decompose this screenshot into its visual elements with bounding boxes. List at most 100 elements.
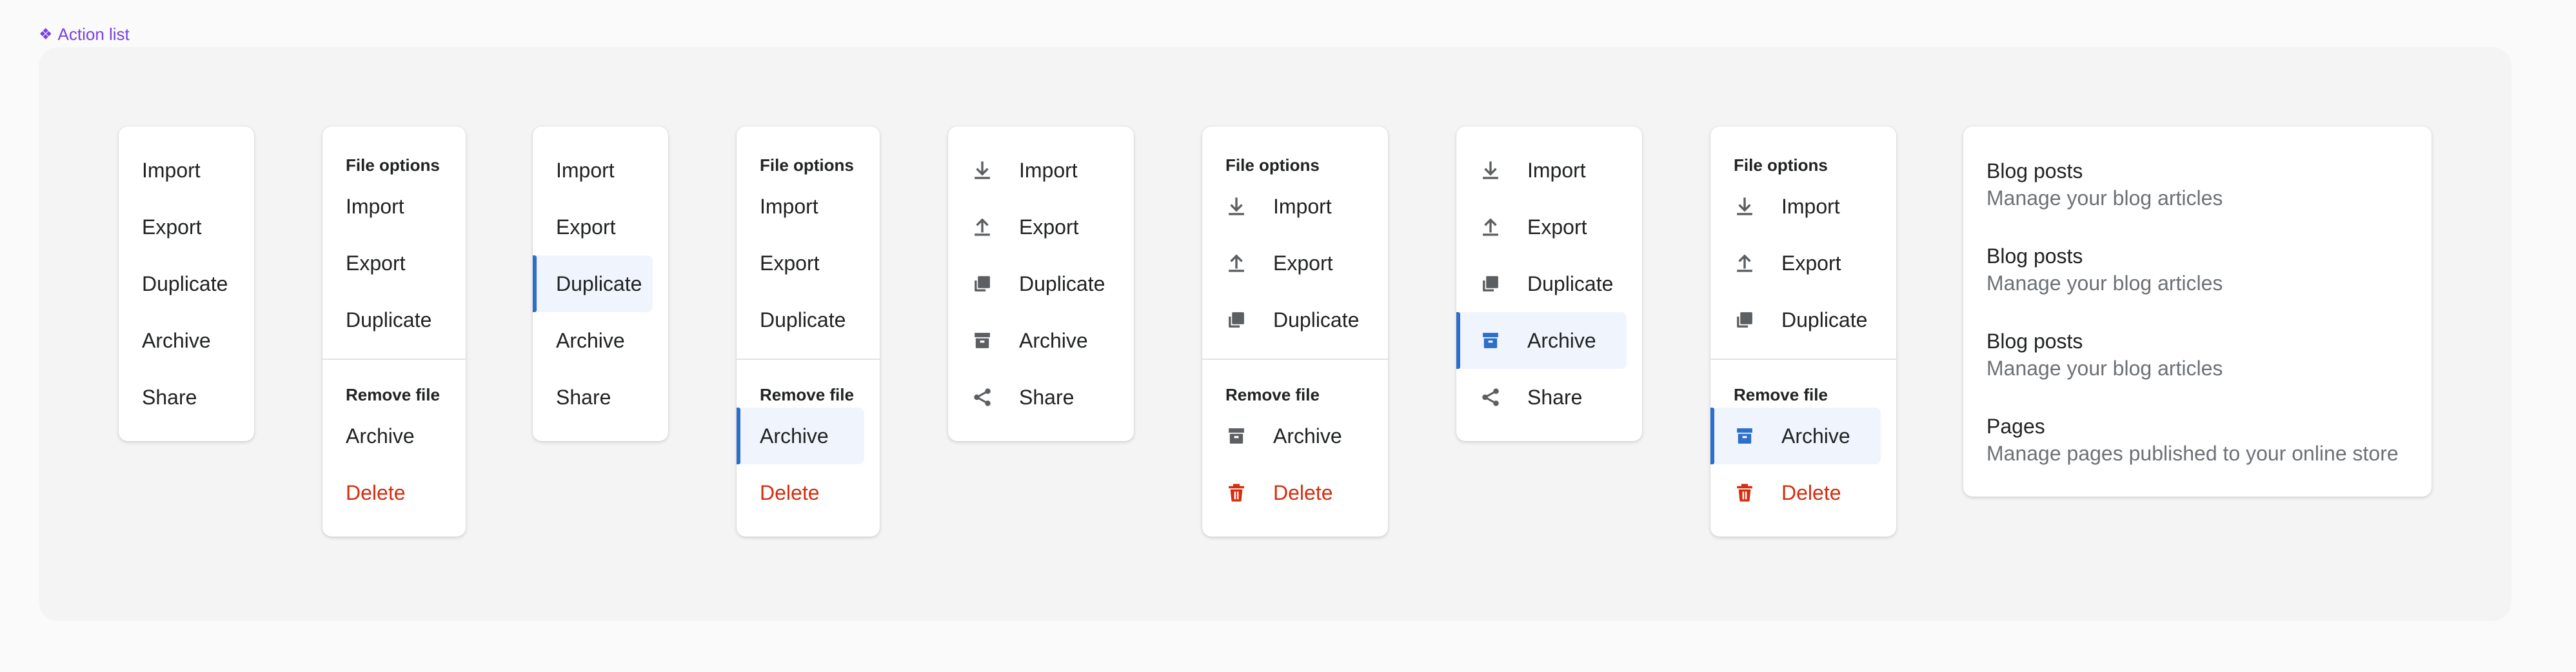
export-icon xyxy=(1480,216,1501,238)
export-item[interactable]: Export xyxy=(548,199,653,255)
duplicate-item[interactable]: Duplicate xyxy=(1218,292,1372,348)
item-label: Import xyxy=(142,158,201,182)
list-item[interactable]: Blog posts Manage your blog articles xyxy=(1979,142,2416,227)
archive-item[interactable]: Archive xyxy=(1218,408,1372,464)
section-title-file-options: File options xyxy=(760,155,854,175)
share-icon xyxy=(1480,386,1501,408)
section-title-file-options: File options xyxy=(346,155,440,175)
section-divider xyxy=(737,359,880,360)
import-item[interactable]: Import xyxy=(338,178,450,235)
item-title: Pages xyxy=(1986,415,2045,438)
share-item[interactable]: Share xyxy=(548,369,653,426)
import-icon xyxy=(1225,195,1247,217)
export-item[interactable]: Export xyxy=(338,235,450,292)
delete-item[interactable]: Delete xyxy=(1218,464,1372,521)
import-item[interactable]: Import xyxy=(1726,178,1881,235)
import-item[interactable]: Import xyxy=(1472,142,1627,199)
item-label: Delete xyxy=(346,480,406,504)
frame-label-text: Action list xyxy=(57,25,130,44)
duplicate-item[interactable]: Duplicate xyxy=(752,292,864,348)
archive-icon xyxy=(1480,330,1501,351)
import-icon xyxy=(1480,159,1501,181)
item-label: Duplicate xyxy=(1019,272,1105,295)
item-title: Blog posts xyxy=(1986,159,2083,183)
archive-icon xyxy=(1734,425,1756,447)
item-label: Duplicate xyxy=(346,308,432,331)
duplicate-item[interactable]: Duplicate xyxy=(134,255,239,312)
item-label: Duplicate xyxy=(1781,308,1868,331)
item-label: Export xyxy=(1527,215,1587,239)
action-list-icons-sections: File options Import Export Duplicate Rem… xyxy=(1202,126,1388,537)
item-label: Archive xyxy=(760,424,829,448)
archive-item[interactable]: Archive xyxy=(134,312,239,369)
frame-label: ❖ Action list xyxy=(39,25,130,44)
list-item[interactable]: Blog posts Manage your blog articles xyxy=(1979,312,2416,397)
item-label: Export xyxy=(1273,251,1333,275)
duplicate-item[interactable]: Duplicate xyxy=(1472,255,1627,312)
list-item[interactable]: Pages Manage pages published to your onl… xyxy=(1979,397,2416,482)
import-item[interactable]: Import xyxy=(134,142,239,199)
item-label: Export xyxy=(760,251,820,275)
delete-item[interactable]: Delete xyxy=(1726,464,1881,521)
archive-item-active[interactable]: Archive xyxy=(1710,408,1881,464)
item-description: Manage your blog articles xyxy=(1986,357,2223,380)
item-label: Import xyxy=(556,158,615,182)
import-item[interactable]: Import xyxy=(964,142,1118,199)
section-title-file-options: File options xyxy=(1734,155,1828,175)
export-item[interactable]: Export xyxy=(752,235,864,292)
archive-item-active[interactable]: Archive xyxy=(1456,312,1627,369)
item-label: Archive xyxy=(142,328,211,352)
duplicate-item-active[interactable]: Duplicate xyxy=(533,255,653,312)
archive-item-active[interactable]: Archive xyxy=(737,408,864,464)
delete-item[interactable]: Delete xyxy=(752,464,864,521)
section-title-remove-file: Remove file xyxy=(346,384,440,404)
action-list-descriptions: Blog posts Manage your blog articles Blo… xyxy=(1963,126,2432,497)
item-label: Share xyxy=(1019,385,1075,409)
import-item[interactable]: Import xyxy=(1218,178,1372,235)
action-list-icons-active: Import Export Duplicate Archive Share xyxy=(1456,126,1642,441)
item-label: Duplicate xyxy=(142,272,228,295)
item-title: Blog posts xyxy=(1986,330,2083,353)
item-label: Duplicate xyxy=(1527,272,1614,295)
import-icon xyxy=(1734,195,1756,217)
item-label: Import xyxy=(1273,194,1332,218)
item-label: Archive xyxy=(1019,328,1088,352)
share-item[interactable]: Share xyxy=(134,369,239,426)
export-item[interactable]: Export xyxy=(1218,235,1372,292)
section-divider xyxy=(1202,359,1388,360)
import-item[interactable]: Import xyxy=(752,178,864,235)
list-item[interactable]: Blog posts Manage your blog articles xyxy=(1979,227,2416,312)
archive-item[interactable]: Archive xyxy=(338,408,450,464)
archive-item[interactable]: Archive xyxy=(548,312,653,369)
share-item[interactable]: Share xyxy=(964,369,1118,426)
archive-item[interactable]: Archive xyxy=(964,312,1118,369)
item-label: Archive xyxy=(346,424,415,448)
item-label: Import xyxy=(1527,158,1586,182)
item-label: Import xyxy=(760,194,818,218)
duplicate-icon xyxy=(1225,309,1247,331)
item-label: Delete xyxy=(1781,480,1841,504)
action-list-icons: Import Export Duplicate Archive Share xyxy=(948,126,1134,441)
export-item[interactable]: Export xyxy=(1472,199,1627,255)
export-item[interactable]: Export xyxy=(134,199,239,255)
item-description: Manage pages published to your online st… xyxy=(1986,442,2399,465)
share-item[interactable]: Share xyxy=(1472,369,1627,426)
item-title: Blog posts xyxy=(1986,244,2083,268)
duplicate-icon xyxy=(1480,273,1501,295)
duplicate-item[interactable]: Duplicate xyxy=(964,255,1118,312)
action-list-plain: Import Export Duplicate Archive Share xyxy=(119,126,254,441)
duplicate-item[interactable]: Duplicate xyxy=(338,292,450,348)
item-label: Share xyxy=(1527,385,1583,409)
item-label: Duplicate xyxy=(760,308,846,331)
export-item[interactable]: Export xyxy=(1726,235,1881,292)
item-label: Archive xyxy=(1273,424,1342,448)
item-label: Archive xyxy=(556,328,625,352)
export-item[interactable]: Export xyxy=(964,199,1118,255)
share-icon xyxy=(971,386,993,408)
export-icon xyxy=(1734,252,1756,274)
delete-item[interactable]: Delete xyxy=(338,464,450,521)
import-item[interactable]: Import xyxy=(548,142,653,199)
item-label: Import xyxy=(1781,194,1840,218)
duplicate-item[interactable]: Duplicate xyxy=(1726,292,1881,348)
action-list-sections-active: File options Import Export Duplicate Rem… xyxy=(737,126,880,537)
